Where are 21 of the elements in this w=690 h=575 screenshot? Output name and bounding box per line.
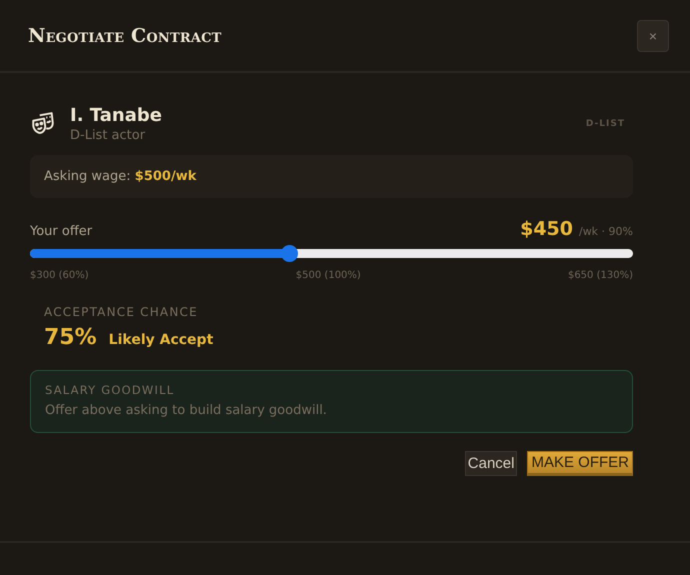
offer-amount: $450 [520,218,573,240]
make-offer-button[interactable]: MAKE OFFER [527,451,633,476]
tier-label: D-LIST [586,119,625,129]
offer-label: Your offer [30,224,92,239]
person-name: I. Tanabe [70,105,163,126]
tick-label: $650 (130%) [568,270,633,281]
theater-masks-icon [30,111,56,137]
person-role: D-List actor [70,128,146,143]
acceptance-caption: ACCEPTANCE CHANCE [44,305,199,319]
acceptance-percent: 75% [44,325,97,350]
close-button[interactable]: × [637,20,669,52]
offer-unit: /wk · 90% [578,225,633,238]
tick-label: $300 (60%) [30,270,89,281]
slider-thumb[interactable] [281,245,298,262]
goodwill-caption: SALARY GOODWILL [45,383,176,397]
goodwill-text: Offer above asking to build salary goodwill. [45,403,328,418]
acceptance-verdict: Likely Accept [108,332,214,348]
dialog-title: Negotiate Contract [28,24,222,46]
asking-wage-text: Asking wage: $500/wk [30,155,633,198]
cancel-button[interactable]: Cancel [464,451,518,476]
tick-label: $500 (100%) [296,270,361,281]
